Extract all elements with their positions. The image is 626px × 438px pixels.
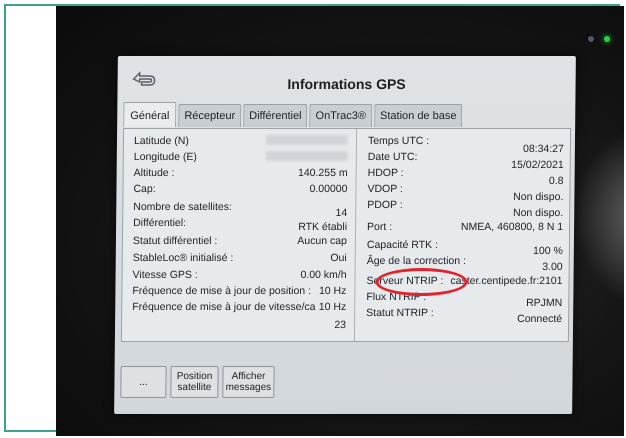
vdop-label: VDOP : [367, 183, 403, 195]
freq-vit-label: Fréquence de mise à jour de vitesse/ca [132, 301, 316, 313]
led-green-icon [604, 36, 610, 42]
general-panel: Latitude (N) Longitude (E) Altitude : 14… [120, 128, 572, 342]
pdop-label: PDOP : [367, 199, 403, 211]
vdop-value: Non dispo. [513, 191, 564, 203]
vitesse-value: 0.00 km/h [300, 269, 347, 281]
port-value: NMEA, 460800, 8 N 1 [460, 221, 564, 233]
longitude-redacted [265, 151, 348, 161]
led-gray-icon [588, 36, 594, 42]
tab-bar: Général Récepteur Différentiel OnTrac3® … [123, 102, 465, 127]
tab-differentiel[interactable]: Différentiel [243, 104, 308, 127]
tab-general[interactable]: Général [123, 102, 177, 127]
cap-label: Cap: [133, 183, 156, 195]
freq-pos-label: Fréquence de mise à jour de position : [132, 285, 312, 297]
tab-recepteur[interactable]: Récepteur [178, 104, 242, 127]
latitude-label: Latitude (N) [133, 135, 189, 147]
satellites-label: Nombre de satellites: [133, 201, 232, 213]
statut-ntrip-label: Statut NTRIP : [366, 307, 434, 319]
tab-ontrac3[interactable]: OnTrac3® [309, 104, 373, 127]
longitude-value [265, 151, 348, 164]
bottom-button-bar: ... Position satellite Afficher messages [120, 366, 275, 398]
capacite-label: Capacité RTK : [366, 239, 438, 251]
altitude-value: 140.255 m [297, 167, 348, 179]
satellites-value: 14 [335, 207, 348, 219]
stableloc-value: Oui [330, 252, 347, 264]
statut-ntrip-value: Connecté [517, 313, 563, 325]
position-satellite-button[interactable]: Position satellite [170, 366, 219, 398]
age-label: Âge de la correction : [366, 255, 467, 267]
temps-value: 08:34:27 [522, 143, 564, 155]
afficher-messages-button[interactable]: Afficher messages [222, 366, 275, 398]
date-label: Date UTC: [367, 151, 418, 163]
latitude-redacted [265, 135, 349, 145]
temps-label: Temps UTC : [367, 135, 430, 147]
status-leds [588, 36, 610, 42]
column-divider [353, 129, 358, 341]
pdop-value: Non dispo. [512, 207, 564, 219]
hdop-value: 0.8 [548, 175, 564, 187]
port-label: Port : [367, 221, 393, 233]
stableloc-label: StableLoc® initialisé : [132, 252, 234, 264]
statut-diff-label: Statut différentiel : [132, 235, 218, 247]
vitesse-label: Vitesse GPS : [132, 269, 198, 281]
statut-diff-value: Aucun cap [297, 235, 347, 247]
altitude-label: Altitude : [133, 167, 175, 179]
more-button[interactable]: ... [120, 366, 167, 398]
differentiel-value: RTK établi [298, 221, 348, 233]
gps-info-screen: Informations GPS Général Récepteur Diffé… [114, 56, 576, 414]
screen-glare [574, 126, 624, 306]
capacite-value: 100 % [532, 245, 563, 257]
hdop-label: HDOP : [367, 167, 404, 179]
differentiel-label: Différentiel: [133, 217, 187, 229]
freq-vit-value: 10 Hz [318, 301, 347, 313]
latitude-value [265, 135, 349, 148]
tab-station-de-base[interactable]: Station de base [373, 104, 463, 127]
date-value: 15/02/2021 [511, 159, 564, 171]
device-photo: Informations GPS Général Récepteur Diffé… [56, 6, 624, 436]
extra-value: 23 [334, 319, 347, 331]
highlight-ellipse [375, 268, 468, 296]
age-value: 3.00 [542, 261, 563, 273]
flux-value: RPJMN [526, 297, 563, 309]
page-title: Informations GPS [287, 76, 406, 92]
longitude-label: Longitude (E) [133, 151, 197, 163]
freq-pos-value: 10 Hz [318, 285, 347, 297]
cap-value: 0.00000 [309, 183, 348, 195]
